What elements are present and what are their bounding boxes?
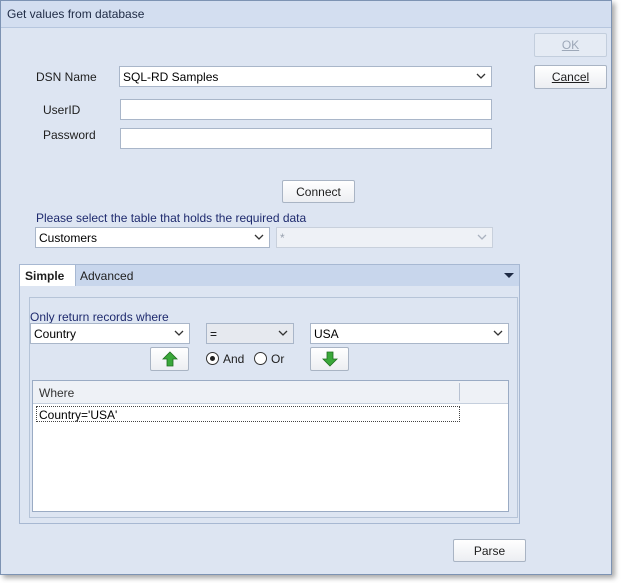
tab-simple[interactable]: Simple bbox=[20, 265, 76, 287]
title-bar: Get values from database bbox=[1, 1, 611, 28]
chevron-down-icon bbox=[254, 234, 264, 240]
userid-field[interactable] bbox=[120, 99, 492, 120]
column-value: * bbox=[280, 231, 285, 245]
where-column-header: Where bbox=[39, 386, 75, 400]
column-divider bbox=[459, 383, 460, 401]
operator-select[interactable]: = bbox=[206, 323, 294, 344]
move-up-button[interactable] bbox=[150, 347, 189, 371]
table-value: Customers bbox=[39, 231, 98, 245]
green-up-arrow-icon bbox=[162, 351, 178, 367]
dsn-label: DSN Name bbox=[36, 70, 97, 84]
password-label: Password bbox=[43, 128, 96, 142]
userid-label: UserID bbox=[43, 103, 81, 117]
chevron-down-icon bbox=[174, 330, 184, 336]
column-select[interactable]: * bbox=[276, 227, 493, 248]
operator-value: = bbox=[210, 327, 218, 341]
chevron-down-icon bbox=[493, 330, 503, 336]
chevron-down-icon bbox=[477, 234, 487, 240]
parse-button[interactable]: Parse bbox=[453, 539, 526, 562]
move-down-button[interactable] bbox=[310, 347, 349, 371]
window-title: Get values from database bbox=[7, 7, 145, 21]
criteria-value: USA bbox=[314, 327, 339, 341]
table-select[interactable]: Customers bbox=[35, 227, 270, 248]
or-radio[interactable] bbox=[254, 352, 267, 365]
chevron-down-icon bbox=[278, 330, 288, 336]
radio-selected-dot bbox=[210, 356, 215, 361]
or-label: Or bbox=[271, 352, 285, 366]
field-select[interactable]: Country bbox=[30, 323, 190, 344]
dsn-value: SQL-RD Samples bbox=[123, 70, 219, 84]
dsn-select[interactable]: SQL-RD Samples bbox=[119, 66, 492, 87]
field-value: Country bbox=[34, 327, 77, 341]
table-prompt: Please select the table that holds the r… bbox=[36, 211, 307, 225]
and-radio[interactable] bbox=[206, 352, 219, 365]
chevron-down-icon bbox=[476, 73, 486, 79]
tab-advanced[interactable]: Advanced bbox=[80, 269, 133, 283]
connect-button[interactable]: Connect bbox=[282, 180, 355, 203]
filter-heading: Only return records where bbox=[30, 310, 169, 324]
grid-header: Where bbox=[33, 381, 508, 404]
table-row[interactable]: Country='USA' bbox=[36, 406, 460, 422]
ok-button[interactable]: OK bbox=[534, 33, 607, 57]
criteria-select[interactable]: USA bbox=[310, 323, 509, 344]
cancel-button[interactable]: Cancel bbox=[534, 65, 607, 89]
dropdown-arrow-icon[interactable] bbox=[503, 270, 515, 282]
where-grid[interactable]: Where Country='USA' bbox=[32, 380, 509, 512]
password-field[interactable] bbox=[120, 128, 492, 149]
green-down-arrow-icon bbox=[322, 351, 338, 367]
tab-strip: Simple Advanced bbox=[19, 264, 520, 287]
and-label: And bbox=[223, 352, 245, 366]
